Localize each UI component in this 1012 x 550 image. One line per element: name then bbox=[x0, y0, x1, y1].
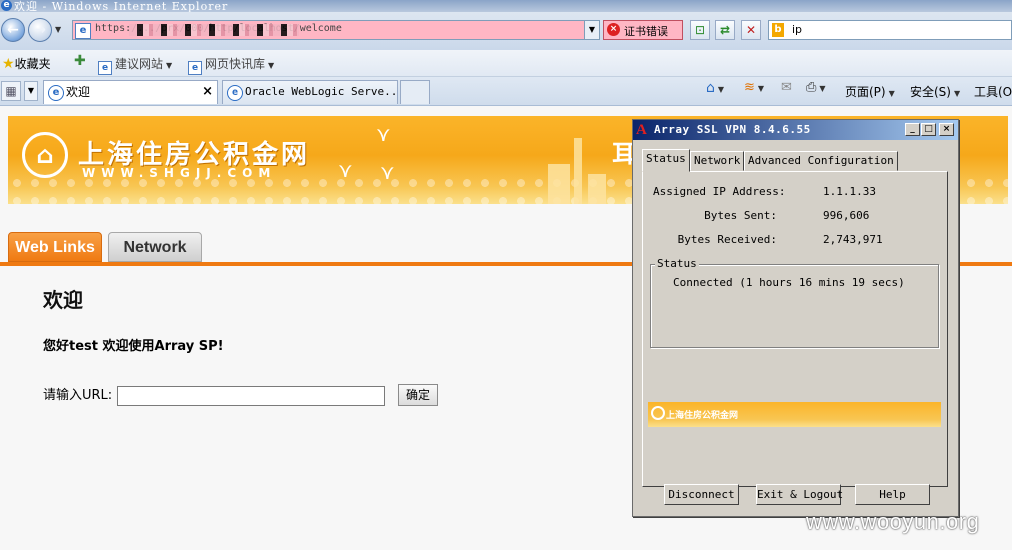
submit-button[interactable]: 确定 bbox=[398, 384, 438, 406]
disconnect-button[interactable]: Disconnect bbox=[664, 484, 739, 505]
page-icon: e bbox=[75, 23, 91, 39]
print-button[interactable]: ⎙ ▼ bbox=[806, 80, 826, 95]
ie-page-icon: e bbox=[98, 61, 112, 75]
address-bar[interactable]: e https:/.../prx/000/http/localhost/welc… bbox=[72, 20, 600, 40]
page-menu[interactable]: 页面(P) ▼ bbox=[845, 83, 895, 100]
exit-logout-button[interactable]: Exit & Logout bbox=[756, 484, 843, 505]
safety-menu[interactable]: 安全(S) ▼ bbox=[910, 83, 960, 100]
error-icon: × bbox=[607, 23, 620, 36]
tab-oracle-weblogic[interactable]: e Oracle WebLogic Serve... bbox=[222, 80, 398, 104]
seagull-icon: ⋎ bbox=[376, 122, 391, 146]
tab-row: ▦ ▼ e 欢迎 × e Oracle WebLogic Serve... ⌂ ▼… bbox=[0, 77, 1012, 106]
certificate-error-label: 证书错误 bbox=[624, 25, 668, 38]
feed-icon: ≋ bbox=[744, 80, 755, 95]
minimize-button[interactable]: _ bbox=[905, 123, 920, 136]
search-value: ip bbox=[792, 23, 803, 36]
field-label: Bytes Sent: bbox=[704, 209, 777, 222]
window-title-bar: e 欢迎 - Windows Internet Explorer bbox=[0, 0, 1012, 12]
watermark: www.wooyun.org bbox=[806, 509, 980, 534]
tools-menu[interactable]: 工具(O) bbox=[974, 83, 1012, 100]
url-label: 请输入URL: bbox=[43, 388, 113, 403]
refresh-button[interactable]: ⇄ bbox=[715, 20, 735, 40]
search-box[interactable]: b ip bbox=[768, 20, 1012, 40]
chevron-down-icon: ▼ bbox=[953, 89, 961, 98]
seagull-icon: ⋎ bbox=[338, 158, 353, 182]
address-dropdown-icon[interactable]: ▼ bbox=[584, 21, 599, 39]
tab-welcome[interactable]: e 欢迎 × bbox=[43, 80, 218, 104]
chevron-down-icon: ▼ bbox=[888, 89, 895, 98]
field-label: Assigned IP Address: bbox=[653, 185, 786, 198]
quick-tabs-button[interactable]: ▦ bbox=[1, 81, 21, 101]
compatibility-view-button[interactable]: ⊡ bbox=[690, 20, 710, 40]
tab-network[interactable]: Network bbox=[108, 232, 202, 262]
mini-banner-text: 上海住房公积金网 bbox=[666, 411, 739, 421]
bytes-sent-value: 996,606 bbox=[823, 209, 870, 222]
skyline-decoration bbox=[574, 138, 582, 204]
skyline-decoration bbox=[588, 174, 606, 204]
tab-web-links[interactable]: Web Links bbox=[8, 232, 102, 262]
field-label: Bytes Received: bbox=[677, 233, 777, 246]
connection-status: Connected (1 hours 16 mins 19 secs) bbox=[673, 276, 905, 289]
close-button[interactable]: × bbox=[939, 123, 954, 136]
address-toolbar: ← → ▼ e https:/.../prx/000/http/localhos… bbox=[0, 12, 1012, 50]
vpn-banner-image: 上海住房公积金网 bbox=[648, 402, 941, 427]
back-button[interactable]: ← bbox=[1, 18, 25, 42]
tab-network[interactable]: Network bbox=[690, 151, 745, 171]
bing-icon: b bbox=[772, 23, 784, 37]
arrow-right-icon: → bbox=[34, 22, 46, 38]
add-to-favorites-icon[interactable]: ✚ bbox=[74, 53, 86, 69]
suggested-sites-link[interactable]: e 建议网站 ▼ bbox=[98, 55, 172, 75]
ie-page-icon: e bbox=[48, 85, 64, 101]
site-logo-icon bbox=[651, 406, 665, 420]
maximize-button[interactable]: □ bbox=[921, 123, 936, 136]
mail-button[interactable]: ✉ bbox=[781, 80, 792, 95]
tab-status[interactable]: Status bbox=[642, 149, 690, 172]
chevron-down-icon: ▼ bbox=[166, 61, 173, 70]
assigned-ip-value: 1.1.1.33 bbox=[823, 185, 876, 198]
web-slice-gallery-link[interactable]: e 网页快讯库 ▼ bbox=[188, 55, 274, 75]
house-icon: ⌂ bbox=[706, 80, 715, 96]
vpn-title-bar[interactable]: A Array SSL VPN 8.4.6.55 _ □ × bbox=[633, 120, 958, 140]
close-tab-icon[interactable]: × bbox=[202, 81, 213, 103]
arrow-left-icon: ← bbox=[7, 22, 19, 38]
vpn-window-title: Array SSL VPN 8.4.6.55 bbox=[654, 123, 811, 136]
chevron-down-icon: ▼ bbox=[717, 85, 725, 94]
site-logo-icon: ⌂ bbox=[22, 132, 68, 178]
page-title: 欢迎 bbox=[43, 288, 83, 312]
tab-list-button[interactable]: ▼ bbox=[24, 81, 38, 101]
bytes-received-value: 2,743,971 bbox=[823, 233, 883, 246]
refresh-icon: ⇄ bbox=[719, 23, 731, 37]
certificate-error-button[interactable]: × 证书错误 bbox=[603, 20, 683, 40]
tab-advanced-configuration[interactable]: Advanced Configuration bbox=[744, 151, 898, 171]
ie-page-icon: e bbox=[188, 61, 202, 75]
window-title: 欢迎 - Windows Internet Explorer bbox=[14, 0, 229, 12]
favorites-button[interactable]: ★收藏夹 bbox=[2, 55, 51, 72]
chevron-down-icon: ▼ bbox=[819, 84, 826, 93]
favorites-bar: ★收藏夹 ✚ e 建议网站 ▼ e 网页快讯库 ▼ bbox=[0, 50, 1012, 77]
help-button[interactable]: Help bbox=[855, 484, 930, 505]
array-logo-icon: A bbox=[636, 122, 647, 138]
printer-icon: ⎙ bbox=[806, 80, 817, 95]
home-button[interactable]: ⌂ ▼ bbox=[706, 80, 724, 96]
forward-button[interactable]: → bbox=[28, 18, 52, 42]
star-icon: ★ bbox=[2, 56, 15, 72]
skyline-decoration bbox=[548, 164, 570, 204]
envelope-icon: ✉ bbox=[781, 80, 792, 95]
greeting-text: 您好test 欢迎使用Array SP! bbox=[43, 339, 224, 354]
site-logo-url: WWW.SHGJJ.COM bbox=[82, 166, 277, 180]
stop-x-icon: ✕ bbox=[745, 23, 757, 37]
seagull-icon: ⋎ bbox=[380, 160, 395, 184]
history-dropdown[interactable]: ▼ bbox=[55, 25, 65, 35]
redacted-host bbox=[129, 24, 299, 36]
status-group-label: Status bbox=[655, 257, 699, 270]
chevron-down-icon: ▼ bbox=[757, 84, 765, 93]
feeds-button[interactable]: ≋ ▼ bbox=[744, 80, 764, 95]
new-tab-button[interactable] bbox=[400, 80, 430, 104]
chevron-down-icon: ▼ bbox=[268, 61, 275, 70]
stop-button[interactable]: ✕ bbox=[741, 20, 761, 40]
ie-logo-icon: e bbox=[1, 0, 12, 11]
ie-page-icon: e bbox=[227, 85, 243, 101]
vpn-client-window: A Array SSL VPN 8.4.6.55 _ □ × Status Ne… bbox=[632, 119, 959, 517]
url-input[interactable] bbox=[117, 386, 385, 406]
